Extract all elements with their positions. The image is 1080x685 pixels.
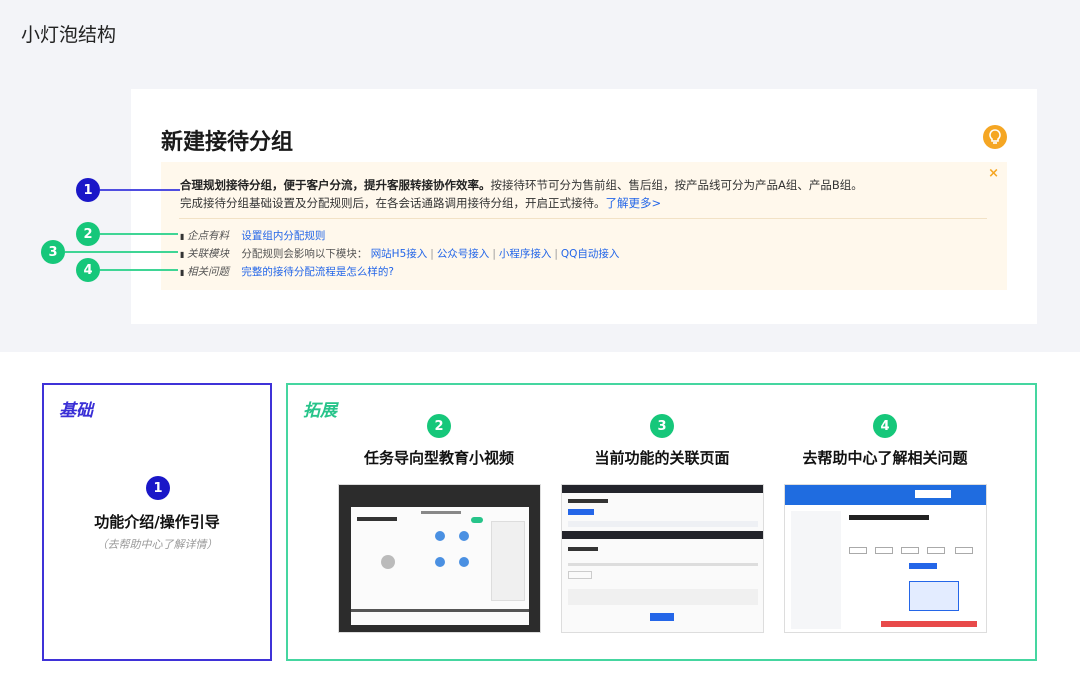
row-label: 相关问题 (180, 264, 238, 279)
tip-row-qidian: 企点有料 设置组内分配规则 (180, 228, 325, 243)
tip-line1-rest: 按接待环节可分为售前组、售后组，按产品线可分为产品A组、产品B组。 (490, 178, 863, 192)
tip-line1-bold: 合理规划接待分组，便于客户分流，提升客服转接协作效率。 (180, 178, 491, 192)
basic-label: 基础 (59, 401, 93, 421)
col-title-help: 去帮助中心了解相关问题 (802, 449, 968, 467)
row-text: 分配规则会影响以下模块： (241, 248, 368, 260)
separator: | (430, 248, 434, 260)
help-center-thumbnail[interactable] (784, 484, 987, 633)
marker-3: 3 (41, 240, 65, 264)
extension-label: 拓展 (303, 401, 337, 421)
official-account-link[interactable]: 公众号接入 (437, 248, 490, 260)
connector-3 (65, 251, 178, 253)
qq-auto-link[interactable]: QQ自动接入 (561, 248, 620, 260)
basic-box: 基础 1 功能介绍/操作引导 （去帮助中心了解详情） (42, 383, 272, 661)
marker-4: 4 (76, 258, 100, 282)
dialog-panel: 新建接待分组 × 合理规划接待分组，便于客户分流，提升客服转接协作效率。按接待环… (131, 89, 1037, 324)
col-marker-3: 3 (650, 414, 674, 438)
connector-2 (100, 233, 178, 235)
marker-1: 1 (76, 178, 100, 202)
tip-row-modules: 关联模块 分配规则会影响以下模块： 网站H5接入|公众号接入|小程序接入|QQ自… (180, 246, 619, 261)
tip-line2-text: 完成接待分组基础设置及分配规则后，在各会话通路调用接待分组，开启正式接待。 (180, 196, 606, 210)
basic-marker: 1 (146, 476, 170, 500)
separator: | (554, 248, 558, 260)
connector-1 (100, 189, 180, 191)
col-marker-2: 2 (427, 414, 451, 438)
related-page-thumbnail[interactable] (561, 484, 764, 633)
col-marker-4: 4 (873, 414, 897, 438)
marker-2: 2 (76, 222, 100, 246)
close-icon[interactable]: × (988, 166, 999, 181)
video-screen (351, 507, 529, 625)
tip-divider (179, 218, 987, 219)
faq-link[interactable]: 完整的接待分配流程是怎么样的? (241, 266, 394, 278)
h5-access-link[interactable]: 网站H5接入 (371, 248, 428, 260)
mini-program-link[interactable]: 小程序接入 (499, 248, 552, 260)
connector-4 (100, 269, 178, 271)
tip-box: × 合理规划接待分组，便于客户分流，提升客服转接协作效率。按接待环节可分为售前组… (161, 162, 1007, 290)
group-rule-link[interactable]: 设置组内分配规则 (241, 230, 325, 242)
tip-row-faq: 相关问题 完整的接待分配流程是怎么样的? (180, 264, 394, 279)
video-thumbnail[interactable] (338, 484, 541, 633)
col-title-related: 当前功能的关联页面 (594, 449, 730, 467)
bulb-icon[interactable] (983, 125, 1007, 149)
row-label: 关联模块 (180, 246, 238, 261)
section-title: 小灯泡结构 (21, 24, 117, 46)
col-title-video: 任务导向型教育小视频 (363, 449, 514, 467)
separator: | (492, 248, 496, 260)
panel-title: 新建接待分组 (161, 130, 294, 155)
learn-more-link[interactable]: 了解更多> (606, 196, 662, 210)
tip-line-1: 合理规划接待分组，便于客户分流，提升客服转接协作效率。按接待环节可分为售前组、售… (180, 177, 863, 193)
row-label: 企点有料 (180, 228, 238, 243)
basic-subtitle: （去帮助中心了解详情） (96, 538, 218, 551)
extension-box: 拓展 2 任务导向型教育小视频 3 当前功能的关联页面 4 去帮助中心了解相关问… (286, 383, 1037, 661)
tip-line-2: 完成接待分组基础设置及分配规则后，在各会话通路调用接待分组，开启正式接待。了解更… (180, 195, 661, 211)
basic-title: 功能介绍/操作引导 (94, 513, 220, 531)
